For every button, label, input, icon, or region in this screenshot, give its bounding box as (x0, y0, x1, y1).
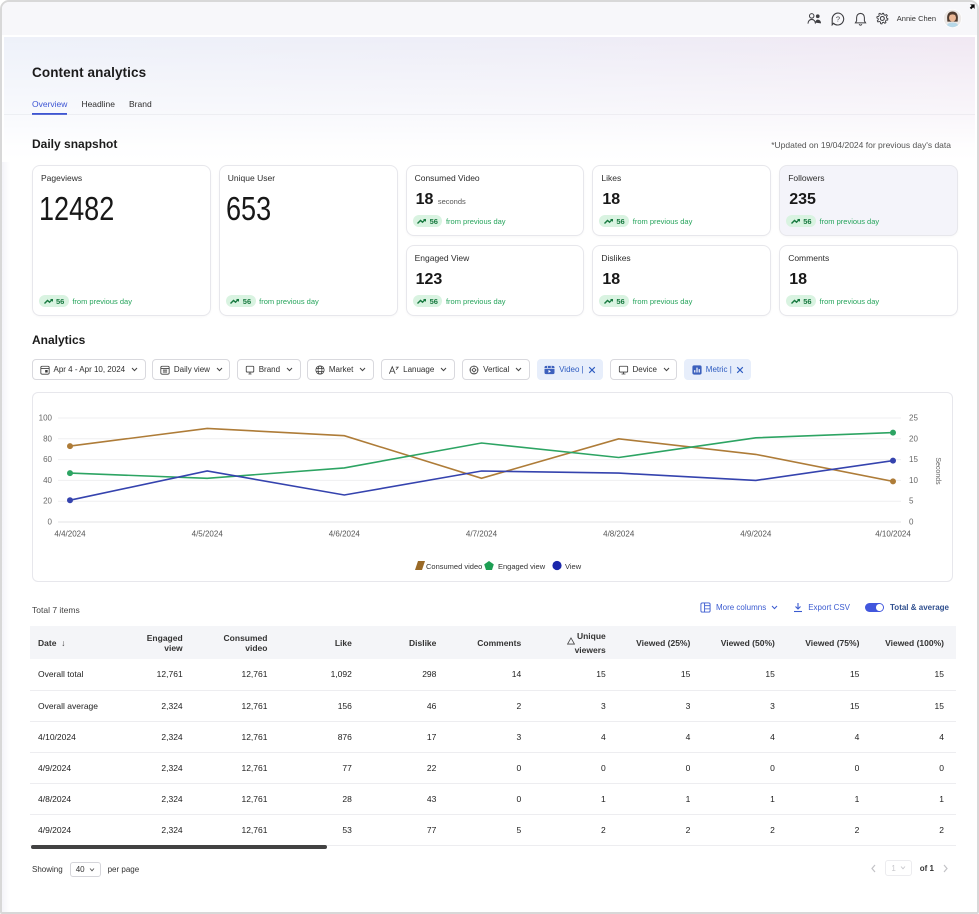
svg-text:80: 80 (43, 434, 52, 443)
svg-text:4/10/2024: 4/10/2024 (875, 530, 911, 539)
svg-text:0: 0 (909, 518, 914, 527)
svg-text:4/5/2024: 4/5/2024 (192, 530, 224, 539)
svg-text:Consumed video: Consumed video (426, 562, 482, 571)
svg-text:5: 5 (909, 497, 914, 506)
svg-text:60: 60 (43, 455, 52, 464)
svg-text:View: View (565, 562, 582, 571)
svg-text:20: 20 (909, 434, 918, 443)
svg-text:15: 15 (909, 455, 918, 464)
svg-text:4/7/2024: 4/7/2024 (466, 530, 498, 539)
svg-text:100: 100 (39, 414, 53, 423)
svg-text:Engaged view: Engaged view (498, 562, 546, 571)
svg-text:25: 25 (909, 414, 918, 423)
svg-text:20: 20 (43, 497, 52, 506)
svg-text:Seconds: Seconds (934, 457, 941, 485)
svg-text:4/4/2024: 4/4/2024 (54, 530, 86, 539)
svg-text:40: 40 (43, 476, 52, 485)
svg-text:4/9/2024: 4/9/2024 (740, 530, 772, 539)
svg-text:4/6/2024: 4/6/2024 (329, 530, 361, 539)
svg-text:10: 10 (909, 476, 918, 485)
svg-text:4/8/2024: 4/8/2024 (603, 530, 635, 539)
svg-text:?: ? (836, 14, 840, 23)
svg-text:0: 0 (48, 518, 53, 527)
